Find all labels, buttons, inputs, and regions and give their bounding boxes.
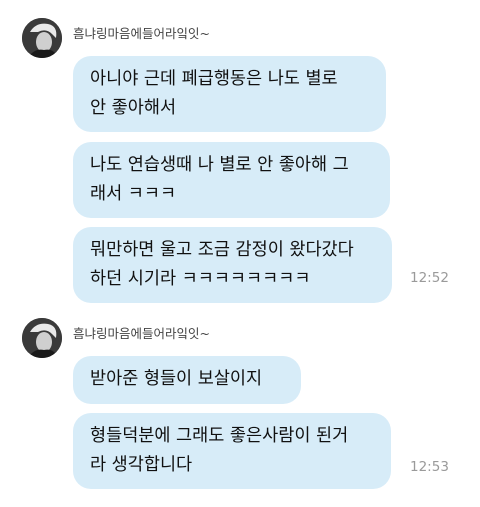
message-bubble[interactable]: 나도 연습생때 나 별로 안 좋아해 그 래서 ㅋㅋㅋ — [73, 142, 390, 218]
message-bubble[interactable]: 아니야 근데 폐급행동은 나도 별로 안 좋아해서 — [73, 56, 386, 132]
avatar-photo-icon — [22, 318, 62, 358]
message-bubble[interactable]: 형들덕분에 그래도 좋은사람이 된거 라 생각합니다 — [73, 413, 391, 489]
avatar[interactable] — [22, 18, 62, 58]
sender-name: 흠냐링마음에들어라잌잇~ — [73, 326, 210, 341]
message-timestamp: 12:52 — [410, 270, 449, 286]
sender-name: 흠냐링마음에들어라잌잇~ — [73, 26, 210, 41]
message-bubble[interactable]: 뭐만하면 울고 조금 감정이 왔다갔다 하던 시기라 ㅋㅋㅋㅋㅋㅋㅋㅋ — [73, 227, 392, 303]
avatar-photo-icon — [22, 18, 62, 58]
avatar[interactable] — [22, 318, 62, 358]
message-bubble[interactable]: 받아준 형들이 보살이지 — [73, 356, 301, 404]
message-timestamp: 12:53 — [410, 459, 449, 475]
